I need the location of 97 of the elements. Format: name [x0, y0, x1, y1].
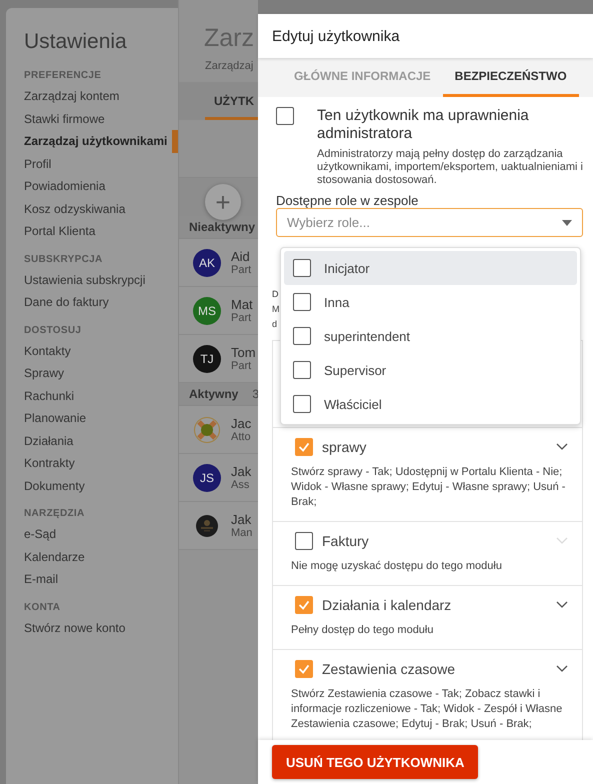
- checkbox[interactable]: [293, 361, 311, 379]
- user-name: Aid: [231, 249, 251, 264]
- panel-title: Edytuj użytkownika: [272, 28, 400, 44]
- section-text: d: [272, 318, 278, 331]
- tab[interactable]: BEZPIECZEŃSTWO: [442, 58, 579, 97]
- user-role: Ass: [231, 479, 250, 491]
- checkbox[interactable]: [293, 395, 311, 413]
- checkbox[interactable]: [276, 107, 294, 125]
- user-name: Jak: [231, 464, 252, 479]
- section-text: M: [272, 303, 280, 316]
- checkbox[interactable]: [295, 438, 313, 456]
- user-row[interactable]: JS Jak Ass: [179, 454, 258, 502]
- roles-select[interactable]: Wybierz role...: [276, 208, 583, 237]
- section-heading: SUBSKRYPCJA: [23, 254, 104, 264]
- sidebar-item[interactable]: Kontakty: [6, 340, 178, 362]
- option-label: Inna: [324, 294, 350, 310]
- section-heading: PREFERENCJE: [23, 70, 102, 81]
- sidebar-item[interactable]: Zarządzaj użytkownikami: [6, 130, 178, 152]
- sidebar-item[interactable]: Dokumenty: [6, 474, 178, 497]
- admin-description: Administratorzy mają pełny dostęp do zarządzania użytkownikami, importem/eksportem, uaktualnieniami i stosowania dostosowań.: [317, 148, 583, 187]
- checkbox[interactable]: [293, 327, 311, 345]
- sidebar-item[interactable]: Planowanie: [6, 407, 178, 430]
- checkbox[interactable]: [293, 259, 311, 277]
- option-label: Inicjator: [324, 260, 370, 276]
- module-description: Stwórz sprawy - Tak; Udostępnij w Portalu Klienta - Nie; Widok - Własne sprawy; Edytuj - Własne sprawy; Usuń - Brak;: [291, 465, 566, 510]
- checkbox[interactable]: [295, 660, 313, 678]
- module-name: Faktury: [322, 533, 370, 549]
- settings-title: Ustawienia: [23, 30, 128, 54]
- chevron-icon[interactable]: [556, 443, 568, 451]
- checkbox[interactable]: [293, 293, 311, 311]
- caret-icon: [562, 220, 572, 226]
- lifebuoy-icon: [193, 416, 221, 444]
- section-title: D: [272, 288, 278, 301]
- delete-user-button[interactable]: USUŃ TEGO UŻYTKOWNIKA: [272, 745, 478, 779]
- user-role: Man: [231, 527, 252, 539]
- sidebar-item[interactable]: Działania: [6, 430, 178, 452]
- user-row[interactable]: Jak Man: [179, 502, 258, 550]
- add-button[interactable]: +: [205, 184, 241, 220]
- role-option[interactable]: Inicjator: [284, 251, 577, 285]
- user-row[interactable]: Jac Atto: [179, 406, 258, 454]
- roles-label: Dostępne role w zespole: [276, 193, 420, 208]
- avatar: MS: [193, 296, 221, 324]
- avatar: AK: [193, 248, 221, 276]
- module-name: Zestawienia czasowe: [322, 661, 456, 677]
- user-row[interactable]: TJ Tom Part: [179, 335, 258, 383]
- role-option[interactable]: Inna: [284, 285, 577, 319]
- module-description: Nie mogę uzyskać dostępu do tego modułu: [291, 559, 503, 574]
- user-name: Mat: [231, 297, 253, 312]
- user-role: Part: [231, 264, 252, 276]
- avatar: JS: [193, 464, 221, 492]
- option-label: Właściciel: [324, 396, 382, 412]
- group-label: Nieaktywny: [189, 220, 256, 234]
- group-label: Aktywny: [189, 387, 238, 401]
- option-label: superintendent: [324, 328, 410, 344]
- role-option[interactable]: Właściciel: [284, 387, 577, 421]
- section-heading: NARZĘDZIA: [23, 508, 86, 519]
- sidebar-item[interactable]: Stwórz nowe konto: [6, 616, 178, 639]
- section-heading: DOSTOSUJ: [23, 324, 82, 336]
- sidebar-item[interactable]: Sprawy: [6, 362, 178, 384]
- module-description: Pełny dostęp do tego modułu: [291, 623, 434, 638]
- sidebar-item[interactable]: Kalendarze: [6, 546, 178, 568]
- sidebar-item[interactable]: e-Sąd: [6, 523, 178, 546]
- user-role: Part: [231, 312, 252, 324]
- module-description: Stwórz Zestawienia czasowe - Tak; Zobacz stawki i informacje rozliczeniowe - Tak; Widok - Zespół i Własne Zestawienia czasowe; Edytuj - Brak; Usuń - Brak;: [291, 687, 564, 732]
- sidebar-item[interactable]: Profil: [6, 152, 178, 175]
- sidebar-item[interactable]: E-mail: [6, 568, 178, 590]
- page-subtitle: Zarządzaj: [204, 59, 254, 72]
- user-row[interactable]: AK Aid Part: [179, 239, 258, 287]
- avatar: TJ: [193, 344, 221, 372]
- option-label: Supervisor: [324, 362, 386, 378]
- admin-label: Ten użytkownik ma uprawnienia administratora: [317, 107, 530, 143]
- sidebar-item[interactable]: Powiadomienia: [6, 175, 178, 198]
- chevron-icon[interactable]: [556, 601, 568, 609]
- section-heading: KONTA: [23, 602, 62, 612]
- user-row[interactable]: MS Mat Part: [179, 287, 258, 335]
- sidebar-item[interactable]: Stawki firmowe: [6, 108, 178, 130]
- checkbox[interactable]: [295, 596, 313, 614]
- user-name: Tom: [231, 345, 256, 360]
- role-option[interactable]: superintendent: [284, 319, 577, 353]
- select-placeholder: Wybierz role...: [287, 215, 370, 230]
- user-name: Jak: [231, 512, 252, 527]
- sidebar-item[interactable]: Zarządzaj kontem: [6, 85, 178, 108]
- user-role: Part: [231, 360, 252, 372]
- module-name: sprawy: [322, 439, 368, 455]
- role-option[interactable]: Supervisor: [284, 353, 577, 387]
- chevron-icon[interactable]: [556, 665, 568, 673]
- sidebar-item[interactable]: Dane do faktury: [6, 291, 178, 314]
- user-role: Atto: [231, 431, 252, 443]
- tab[interactable]: GŁÓWNE INFORMACJE: [282, 58, 443, 97]
- module-name: Działania i kalendarz: [322, 597, 452, 613]
- sidebar-item[interactable]: Portal Klienta: [6, 220, 178, 242]
- sidebar-item[interactable]: Rachunki: [6, 384, 178, 407]
- sidebar-item[interactable]: Kontrakty: [6, 452, 178, 474]
- checkbox[interactable]: [295, 532, 313, 550]
- user-name: Jac: [231, 416, 252, 431]
- sidebar-item[interactable]: Kosz odzyskiwania: [6, 198, 178, 220]
- sidebar-item[interactable]: Ustawienia subskrypcji: [6, 268, 178, 291]
